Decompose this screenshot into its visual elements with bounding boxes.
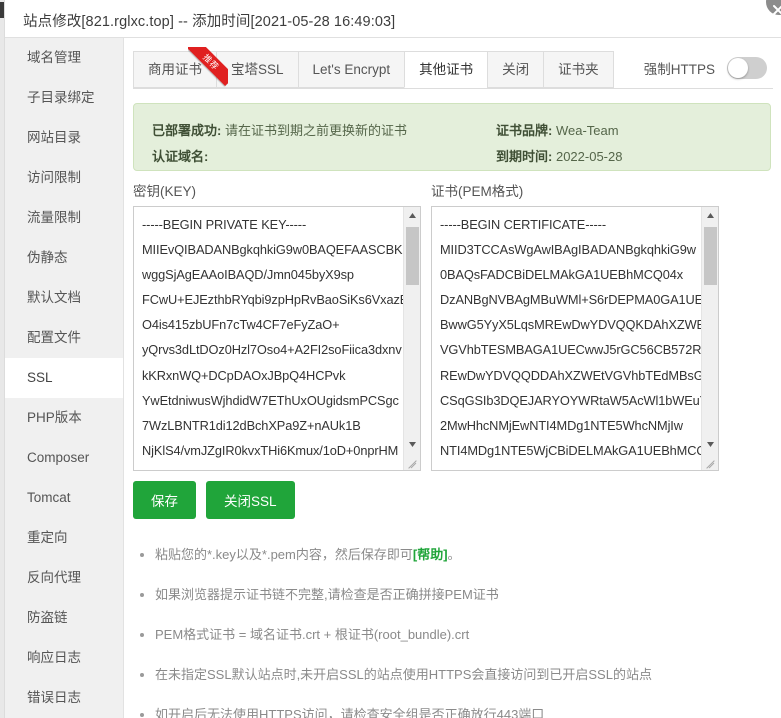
tab-label: 其他证书 — [419, 62, 474, 77]
page-title: 站点修改[821.rglxc.top] -- 添加时间[2021-05-28 1… — [23, 14, 396, 30]
scroll-up-icon[interactable] — [404, 207, 420, 224]
help-link[interactable]: [帮助] — [413, 547, 448, 562]
cert-brand-value: Wea-Team — [555, 123, 619, 138]
scroll-up-icon[interactable] — [702, 207, 718, 224]
cert-expire-key: 到期时间: — [496, 149, 553, 164]
sidebar-item-6[interactable]: 伪静态 — [5, 238, 123, 278]
help-text: 在未指定SSL默认站点时,未开启SSL的站点使用HTTPS会直接访问到已开启SS… — [155, 667, 652, 682]
key-scrollbar[interactable] — [403, 207, 420, 470]
cert-resize-grip[interactable] — [702, 453, 718, 470]
tab-4[interactable]: 其他证书 — [404, 51, 488, 88]
deploy-status-value: 请在证书到期之前更换新的证书 — [224, 123, 407, 138]
tab-2[interactable]: 宝塔SSL — [216, 51, 298, 88]
cert-scrollbar[interactable] — [701, 207, 718, 470]
cert-tabbar: 商用证书 推荐 宝塔SSL Let's Encrypt 其他证书 关闭 证书夹 强制HTTP… — [133, 47, 773, 93]
sidebar-item-2[interactable]: 子目录绑定 — [5, 78, 123, 118]
close-ssl-button[interactable]: 关闭SSL — [206, 481, 295, 519]
help-item: 如果浏览器提示证书链不完整,请检查是否正确拼接PEM证书 — [137, 575, 757, 615]
sidebar-item-10[interactable]: PHP版本 — [5, 398, 123, 438]
sidebar-item-1[interactable]: 域名管理 — [5, 38, 123, 78]
tab-label: 证书夹 — [558, 62, 599, 77]
cert-brand-row: 证书品牌: Wea-Team — [496, 120, 619, 139]
edge-tab-marker — [0, 2, 4, 18]
action-buttons: 保存 关闭SSL — [133, 481, 295, 519]
key-resize-grip[interactable] — [404, 453, 420, 470]
cert-expire-row: 到期时间: 2022-05-28 — [496, 146, 622, 165]
tab-5[interactable]: 关闭 — [487, 51, 544, 88]
deploy-status-alert: 已部署成功: 请在证书到期之前更换新的证书 认证域名: 证书品牌: Wea-Te… — [133, 103, 771, 171]
cert-field-label: 证书(PEM格式) — [431, 184, 524, 199]
help-item: 如开启后无法使用HTTPS访问，请检查安全组是否正确放行443端口 — [137, 695, 757, 718]
deploy-status-row: 已部署成功: 请在证书到期之前更换新的证书 — [152, 120, 407, 139]
sidebar-item-13[interactable]: 重定向 — [5, 518, 123, 558]
key-scrollbar-thumb[interactable] — [406, 227, 419, 285]
dialog-titlebar: 站点修改[821.rglxc.top] -- 添加时间[2021-05-28 1… — [5, 0, 781, 38]
sidebar-item-3[interactable]: 网站目录 — [5, 118, 123, 158]
sidebar-item-8[interactable]: 配置文件 — [5, 318, 123, 358]
sidebar-item-9[interactable]: SSL — [5, 358, 123, 398]
help-item: 粘贴您的*.key以及*.pem内容，然后保存即可[帮助]。 — [137, 535, 757, 575]
cert-field-group: 证书(PEM格式) -----BEGIN CERTIFICATE----- MI… — [431, 180, 719, 471]
force-https-label: 强制HTTPS — [643, 62, 715, 77]
tab-label: Let's Encrypt — [312, 62, 391, 77]
help-text: 如开启后无法使用HTTPS访问，请检查安全组是否正确放行443端口 — [155, 707, 545, 718]
site-edit-dialog: 站点修改[821.rglxc.top] -- 添加时间[2021-05-28 1… — [0, 0, 781, 718]
deploy-status-key: 已部署成功: — [152, 123, 222, 138]
sidebar-item-15[interactable]: 防盗链 — [5, 598, 123, 638]
tab-6[interactable]: 证书夹 — [543, 51, 614, 88]
settings-sidebar: 域名管理 子目录绑定 网站目录 访问限制 流量限制 伪静态 默认文档 配置文件 SSL PHP版本… — [5, 38, 124, 718]
help-text: PEM格式证书 = 域名证书.crt + 根证书(root_bundle).cr… — [155, 627, 470, 642]
cert-brand-key: 证书品牌: — [496, 123, 553, 138]
toggle-knob — [728, 58, 748, 78]
force-https-toggle[interactable] — [727, 57, 767, 79]
help-item: PEM格式证书 = 域名证书.crt + 根证书(root_bundle).cr… — [137, 615, 757, 655]
help-text: 粘贴您的*.key以及*.pem内容，然后保存即可 — [155, 547, 413, 562]
sidebar-item-4[interactable]: 访问限制 — [5, 158, 123, 198]
sidebar-item-5[interactable]: 流量限制 — [5, 198, 123, 238]
key-input-value: -----BEGIN PRIVATE KEY----- MIIEvQIBADAN… — [142, 217, 409, 470]
sidebar-item-14[interactable]: 反向代理 — [5, 558, 123, 598]
help-item: 在未指定SSL默认站点时,未开启SSL的站点使用HTTPS会直接访问到已开启SS… — [137, 655, 757, 695]
tab-3[interactable]: Let's Encrypt — [297, 51, 405, 88]
save-button[interactable]: 保存 — [133, 481, 196, 519]
cert-tab-list: 商用证书 推荐 宝塔SSL Let's Encrypt 其他证书 关闭 证书夹 — [133, 47, 614, 89]
close-icon[interactable] — [766, 0, 781, 15]
scroll-down-icon[interactable] — [702, 436, 718, 453]
tab-1[interactable]: 商用证书 推荐 — [133, 47, 228, 88]
tab-label: 关闭 — [502, 62, 530, 77]
ssl-panel: 商用证书 推荐 宝塔SSL Let's Encrypt 其他证书 关闭 证书夹 强制HTTP… — [125, 38, 781, 718]
sidebar-item-11[interactable]: Composer — [5, 438, 123, 478]
cert-domain-key: 认证域名: — [152, 149, 209, 164]
tab-label: 宝塔SSL — [231, 62, 284, 77]
sidebar-item-17[interactable]: 错误日志 — [5, 678, 123, 718]
key-field-label: 密钥(KEY) — [133, 184, 197, 199]
help-text: 如果浏览器提示证书链不完整,请检查是否正确拼接PEM证书 — [155, 587, 499, 602]
help-list: 粘贴您的*.key以及*.pem内容，然后保存即可[帮助]。如果浏览器提示证书链… — [137, 535, 757, 718]
sidebar-item-7[interactable]: 默认文档 — [5, 278, 123, 318]
force-https-control: 强制HTTPS — [644, 57, 767, 79]
cert-input[interactable]: -----BEGIN CERTIFICATE----- MIID3TCCAsWg… — [431, 206, 719, 471]
sidebar-item-12[interactable]: Tomcat — [5, 478, 123, 518]
key-input[interactable]: -----BEGIN PRIVATE KEY----- MIIEvQIBADAN… — [133, 206, 421, 471]
sidebar-item-16[interactable]: 响应日志 — [5, 638, 123, 678]
key-field-group: 密钥(KEY) -----BEGIN PRIVATE KEY----- MIIE… — [133, 180, 421, 471]
help-text-tail: 。 — [447, 547, 461, 562]
cert-expire-value: 2022-05-28 — [555, 149, 623, 164]
cert-domain-row: 认证域名: — [152, 146, 208, 165]
tab-label: 商用证书 — [148, 62, 202, 77]
scroll-down-icon[interactable] — [404, 436, 420, 453]
cert-scrollbar-thumb[interactable] — [704, 227, 717, 285]
cert-input-value: -----BEGIN CERTIFICATE----- MIID3TCCAsWg… — [440, 217, 712, 470]
